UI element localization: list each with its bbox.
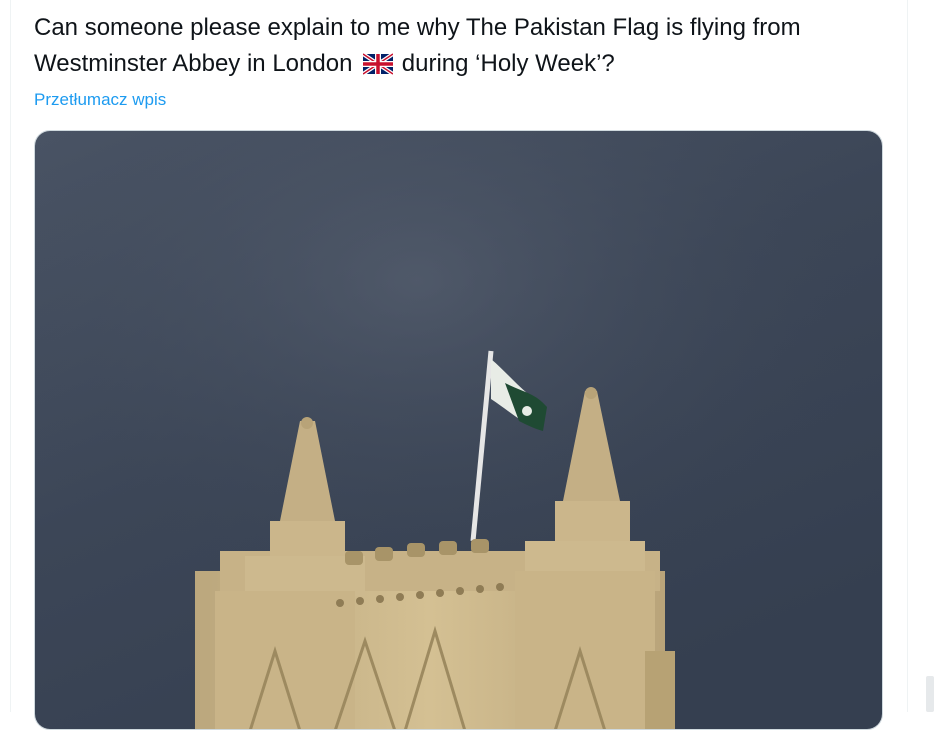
translate-post-link[interactable]: Przetłumacz wpis [34,88,166,112]
tweet-text: Can someone please explain to me why The… [34,10,874,86]
tweet-video-thumbnail[interactable] [34,130,883,730]
video-frame [35,131,882,729]
page-scrollbar[interactable] [914,0,934,712]
uk-flag-icon [361,50,395,86]
scrollbar-thumb[interactable] [926,676,934,712]
tweet-text-part-2: during ‘Holy Week’? [401,50,615,77]
